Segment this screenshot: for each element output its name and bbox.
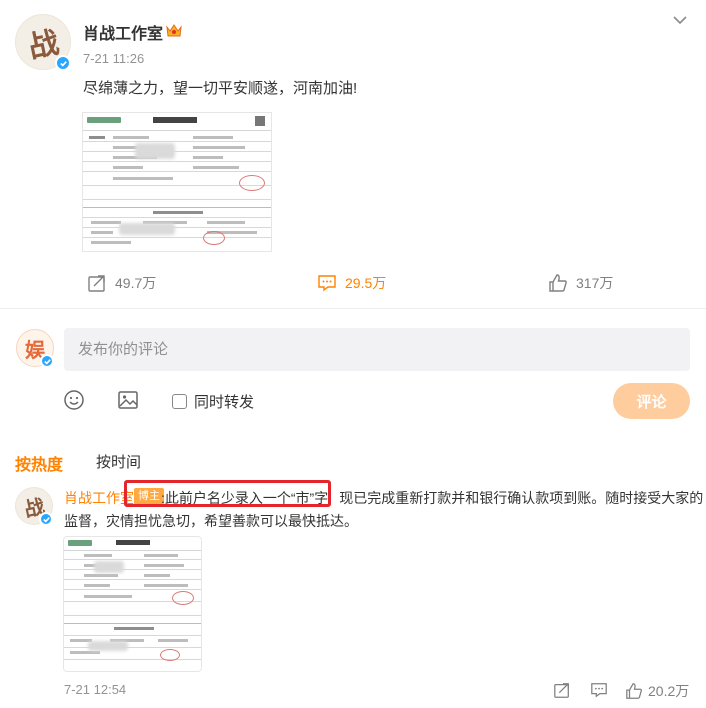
repost-checkbox-label: 同时转发 [194, 394, 255, 411]
comment-text-line2: 监督，灾情担忧急切，希望善款可以最快抵达。 [64, 513, 358, 529]
post-image-receipt[interactable] [82, 112, 272, 252]
repost-checkbox[interactable]: 同时转发 [172, 391, 254, 412]
comment-timestamp: 7-21 12:54 [64, 682, 127, 697]
post-timestamp[interactable]: 7-21 11:26 [83, 51, 144, 66]
checkbox-box[interactable] [172, 394, 187, 409]
thumbs-up-icon [626, 683, 643, 699]
verified-icon [55, 55, 71, 71]
verified-icon [40, 354, 54, 368]
comment-icon[interactable] [590, 681, 608, 699]
thumbs-up-icon [549, 274, 567, 292]
tab-sort-by-time[interactable]: 按时间 [96, 451, 141, 472]
share-icon[interactable] [553, 681, 571, 699]
repost-count: 49.7万 [115, 275, 157, 291]
comment-icon [318, 275, 336, 292]
comment-like-button[interactable]: 20.2万 [625, 681, 689, 701]
red-highlight-box [124, 480, 331, 507]
share-icon [88, 275, 105, 292]
comment-image-receipt[interactable] [63, 536, 202, 672]
like-count: 317万 [576, 275, 614, 291]
comment-input[interactable] [64, 328, 690, 371]
chevron-down-icon[interactable] [670, 12, 690, 28]
receipt-header [64, 537, 201, 551]
post-text: 尽绵薄之力，望一切平安顺遂，河南加油! [83, 80, 358, 97]
comment-count: 29.5万 [345, 275, 387, 291]
verified-icon [39, 512, 53, 526]
receipt-header [83, 113, 271, 131]
submit-comment-button[interactable]: 评论 [613, 383, 690, 419]
comment-text-rest: 现已完成重新打款并和银行确认款项到账。随时接受大家的 [339, 490, 704, 506]
comment-like-count: 20.2万 [648, 683, 690, 699]
repost-button[interactable]: 49.7万 [87, 273, 156, 293]
like-button[interactable]: 317万 [548, 273, 613, 293]
image-icon[interactable] [117, 389, 139, 411]
emoji-icon[interactable] [63, 389, 85, 411]
post-author-name[interactable]: 肖战工作室 [83, 20, 163, 44]
crown-badge-icon [166, 24, 182, 37]
tab-sort-by-hot[interactable]: 按热度 [15, 451, 63, 475]
comment-button[interactable]: 29.5万 [317, 273, 386, 293]
divider [0, 308, 706, 309]
